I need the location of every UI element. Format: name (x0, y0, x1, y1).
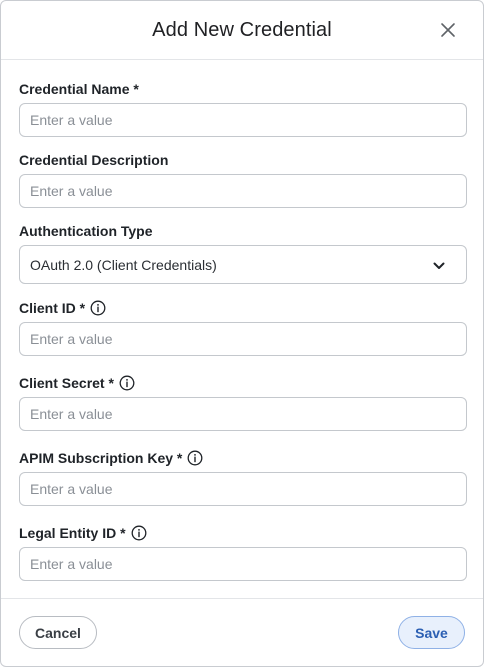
client-id-input[interactable] (19, 322, 467, 356)
dialog-title: Add New Credential (152, 19, 332, 41)
credential-description-input[interactable] (19, 174, 467, 208)
apim-subscription-key-label: APIM Subscription Key * (19, 449, 467, 467)
dialog-header: Add New Credential (1, 1, 483, 60)
save-button[interactable]: Save (398, 616, 465, 649)
close-icon[interactable] (439, 21, 457, 39)
info-icon[interactable] (90, 300, 106, 316)
client-secret-label: Client Secret * (19, 374, 467, 392)
credential-name-label: Credential Name * (19, 81, 139, 97)
info-icon[interactable] (119, 375, 135, 391)
authentication-type-label: Authentication Type (19, 223, 153, 239)
info-icon[interactable] (187, 450, 203, 466)
credential-name-input[interactable] (19, 103, 467, 137)
credential-name-field: Credential Name * (19, 80, 467, 137)
client-secret-input[interactable] (19, 397, 467, 431)
apim-subscription-key-field: APIM Subscription Key * (19, 449, 467, 506)
client-secret-field: Client Secret * (19, 374, 467, 431)
legal-entity-id-field: Legal Entity ID * (19, 524, 467, 581)
cancel-button[interactable]: Cancel (19, 616, 97, 649)
apim-subscription-key-input[interactable] (19, 472, 467, 506)
legal-entity-id-input[interactable] (19, 547, 467, 581)
add-credential-dialog: Add New Credential Credential Name * Cre… (0, 0, 484, 667)
legal-entity-id-label: Legal Entity ID * (19, 524, 467, 542)
dialog-footer: Cancel Save (1, 598, 483, 666)
client-id-field: Client ID * (19, 299, 467, 356)
chevron-down-icon (433, 262, 445, 269)
credential-description-label: Credential Description (19, 152, 169, 168)
info-icon[interactable] (131, 525, 147, 541)
authentication-type-select[interactable]: OAuth 2.0 (Client Credentials) (19, 245, 467, 284)
client-id-label: Client ID * (19, 299, 467, 317)
authentication-type-field: Authentication Type OAuth 2.0 (Client Cr… (19, 222, 467, 284)
credential-description-field: Credential Description (19, 151, 467, 208)
authentication-type-value: OAuth 2.0 (Client Credentials) (30, 256, 217, 273)
